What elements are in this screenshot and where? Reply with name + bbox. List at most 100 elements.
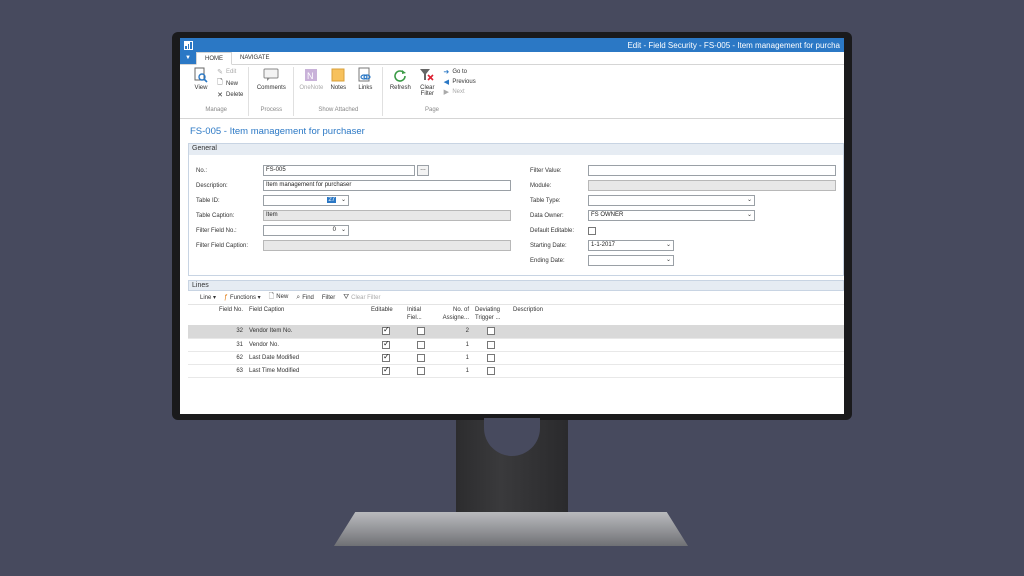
app-window: Edit - Field Security - FS-005 - Item ma… xyxy=(180,38,844,414)
initial-field-checkbox[interactable] xyxy=(417,366,425,375)
line-menu-label: Line xyxy=(200,295,212,301)
no-field[interactable]: FS-005 xyxy=(263,165,415,176)
general-header[interactable]: General xyxy=(189,144,843,155)
lines-header[interactable]: Lines xyxy=(188,280,844,291)
cell-field-no: 32 xyxy=(188,325,246,339)
refresh-label: Refresh xyxy=(389,85,411,91)
default-editable-checkbox[interactable] xyxy=(588,227,596,235)
delete-button[interactable]: ✕ Delete xyxy=(216,91,243,99)
data-owner-select[interactable]: FS OWNER ⌄ xyxy=(588,210,755,221)
notes-label: Notes xyxy=(330,85,347,91)
previous-button[interactable]: ◀ Previous xyxy=(442,78,476,86)
cell-editable xyxy=(368,338,404,352)
cell-field-caption: Last Time Modified xyxy=(246,364,368,378)
line-menu-button[interactable]: Line ▾ xyxy=(200,294,216,301)
refresh-button[interactable]: Refresh xyxy=(388,67,412,107)
next-button[interactable]: ▶ Next xyxy=(442,88,475,96)
group-label-manage: Manage xyxy=(205,107,228,113)
col-no-assigned[interactable]: No. of Assigne... xyxy=(438,305,472,325)
starting-date-field[interactable]: 1-1-2017 ⌄ xyxy=(588,240,674,251)
cell-deviating xyxy=(472,364,510,378)
ribbon-group-process: Comments Process xyxy=(249,67,295,116)
lines-clear-filter-button[interactable]: ⛛ Clear Filter xyxy=(343,294,380,302)
clear-filter-button[interactable]: Clear Filter xyxy=(415,67,439,107)
triangle-right-icon: ▶ xyxy=(443,89,450,96)
deviating-trigger-checkbox[interactable] xyxy=(487,366,495,375)
filter-button[interactable]: Filter xyxy=(322,295,335,301)
editable-checkbox[interactable] xyxy=(382,365,390,375)
find-label: Find xyxy=(302,294,314,301)
deviating-trigger-checkbox[interactable] xyxy=(487,340,495,349)
grid-header-row: Field No. Field Caption Editable Initial… xyxy=(188,305,844,325)
editable-checkbox[interactable] xyxy=(382,325,390,336)
deviating-trigger-checkbox[interactable] xyxy=(487,327,495,336)
cell-initial xyxy=(404,338,438,352)
ribbon: View ✎ Edit 🗋 New ✕ Delete Manage Comments xyxy=(180,65,844,119)
ribbon-group-manage: View ✎ Edit 🗋 New ✕ Delete Manage xyxy=(184,67,250,116)
go-to-button[interactable]: ➜ Go to xyxy=(442,68,475,76)
comments-button[interactable]: Comments xyxy=(254,67,288,107)
editable-checkbox[interactable] xyxy=(382,339,390,349)
clear-filter-label-2: Filter xyxy=(420,91,435,97)
cell-no-assigned: 1 xyxy=(438,351,472,365)
links-button[interactable]: Links xyxy=(353,67,377,107)
notes-button[interactable]: Notes xyxy=(326,67,350,107)
col-field-caption[interactable]: Field Caption xyxy=(246,305,368,325)
new-button[interactable]: 🗋 New xyxy=(216,78,243,89)
links-icon xyxy=(357,67,373,83)
view-button[interactable]: View xyxy=(189,67,213,107)
description-label: Description: xyxy=(196,183,228,189)
initial-field-checkbox[interactable] xyxy=(417,353,425,362)
no-assist-button[interactable]: … xyxy=(417,165,429,176)
edit-button[interactable]: ✎ Edit xyxy=(216,68,243,76)
initial-field-checkbox[interactable] xyxy=(417,340,425,349)
col-initial[interactable]: Initial Fiel... xyxy=(404,305,438,325)
delete-label: Delete xyxy=(226,92,244,98)
monitor-stand-base xyxy=(334,512,688,546)
editable-checkbox[interactable] xyxy=(382,352,390,362)
table-row[interactable]: 32Vendor Item No. 2 xyxy=(188,325,844,339)
table-row[interactable]: 62Last Date Modified 1 xyxy=(188,351,844,365)
table-row[interactable]: 63Last Time Modified 1 xyxy=(188,364,844,378)
caret-down-icon: ▾ xyxy=(257,295,261,301)
col-editable[interactable]: Editable xyxy=(368,305,404,325)
chevron-down-icon: ⌄ xyxy=(746,197,752,203)
cell-description xyxy=(510,364,844,378)
table-id-field[interactable]: 27 ⌄ xyxy=(263,195,349,206)
col-description[interactable]: Description xyxy=(510,305,844,325)
window-title: Edit - Field Security - FS-005 - Item ma… xyxy=(627,40,840,50)
starting-date-label: Starting Date: xyxy=(530,243,567,249)
deviating-trigger-checkbox[interactable] xyxy=(487,353,495,362)
new-page-icon: 🗋 xyxy=(217,79,223,86)
app-menu-button[interactable]: ▼ xyxy=(180,52,196,64)
app-logo-icon xyxy=(184,40,193,50)
initial-field-checkbox[interactable] xyxy=(417,327,425,336)
ribbon-group-show-attached: N OneNote Notes Links Show Attached xyxy=(294,67,384,116)
ending-date-field[interactable]: ⌄ xyxy=(588,255,674,266)
general-fasttab: General No.: FS-005 … Description: Item … xyxy=(188,143,844,276)
filter-value-field[interactable] xyxy=(588,165,836,176)
cell-description xyxy=(510,325,844,339)
functions-menu-button[interactable]: ƒ Functions ▾ xyxy=(224,294,261,301)
tab-navigate[interactable]: NAVIGATE xyxy=(232,52,277,64)
filter-field-no-field[interactable]: 0 ⌄ xyxy=(263,225,349,236)
cell-editable xyxy=(368,351,404,365)
ribbon-tabs: ▼ HOME NAVIGATE xyxy=(180,52,844,65)
find-button[interactable]: ⌕ Find xyxy=(296,294,314,302)
new-page-icon: 🗋 xyxy=(268,293,275,300)
cell-field-caption: Vendor Item No. xyxy=(246,325,368,339)
cell-initial xyxy=(404,364,438,378)
tab-home[interactable]: HOME xyxy=(196,52,232,65)
next-label: Next xyxy=(452,89,465,95)
table-row[interactable]: 31Vendor No. 1 xyxy=(188,338,844,352)
col-deviating-line2: Trigger ... xyxy=(475,315,501,321)
lines-new-button[interactable]: 🗋 New xyxy=(269,292,289,303)
col-deviating[interactable]: Deviating Trigger ... xyxy=(472,305,510,325)
table-type-select[interactable]: ⌄ xyxy=(588,195,755,206)
table-type-label: Table Type: xyxy=(530,198,561,204)
col-field-no[interactable]: Field No. xyxy=(188,305,246,325)
cell-deviating xyxy=(472,351,510,365)
table-caption-label: Table Caption: xyxy=(196,213,235,219)
onenote-button[interactable]: N OneNote xyxy=(299,67,323,107)
description-field[interactable]: Item management for purchaser xyxy=(263,180,511,191)
